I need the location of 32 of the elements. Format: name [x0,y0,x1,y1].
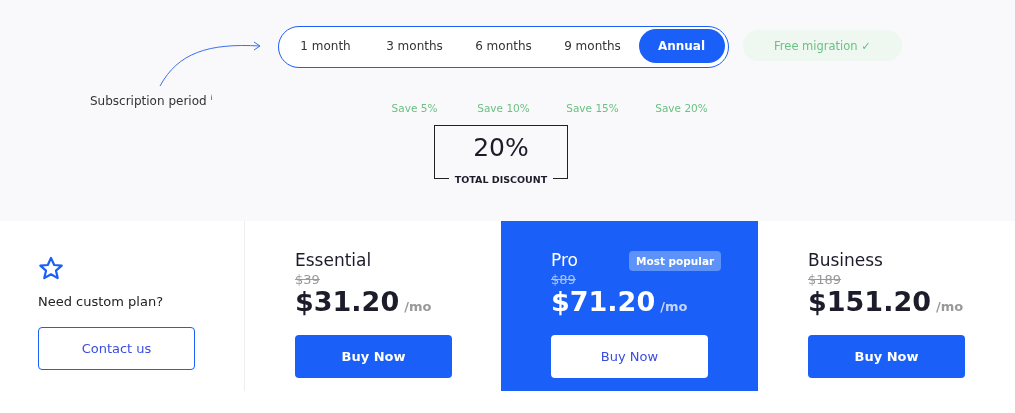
save-label: Save 20% [655,102,708,114]
buy-button[interactable]: Buy Now [551,335,708,378]
plan-name: Pro [551,250,578,270]
save-label: Save 5% [391,102,438,114]
price: $31.20 [295,287,400,317]
period-tab[interactable]: 3 months [371,29,458,63]
buy-button[interactable]: Buy Now [808,335,965,378]
old-price: $189 [808,273,843,287]
star-icon [38,256,64,281]
plan-name: Business [808,250,883,270]
old-price: $89 [551,273,577,287]
price-unit: /mo [404,298,432,316]
old-price: $39 [295,273,321,287]
custom-plan-text: Need custom plan? [38,294,165,309]
free-migration-badge: Free migration ✓ [743,30,902,61]
period-tab[interactable]: 1 month [282,29,369,63]
period-tab[interactable]: 9 months [549,29,636,63]
discount-label: TOTAL DISCOUNT [448,174,554,185]
contact-button[interactable]: Contact us [38,327,195,370]
price-unit: /mo [936,298,964,316]
price: $71.20 [551,287,656,317]
buy-button[interactable]: Buy Now [295,335,452,378]
save-label: Save 15% [566,102,619,114]
discount-value: 20% [473,133,529,162]
price: $151.20 [808,287,931,317]
price-unit: /mo [660,298,688,316]
popular-badge: Most popular [629,251,722,271]
save-label: Save 10% [477,102,530,114]
period-tab[interactable]: 6 months [460,29,547,63]
subscription-period-label: Subscription period $^{i}$ [90,94,213,108]
plan-name: Essential [295,250,372,270]
period-tab[interactable]: Annual [638,29,725,63]
